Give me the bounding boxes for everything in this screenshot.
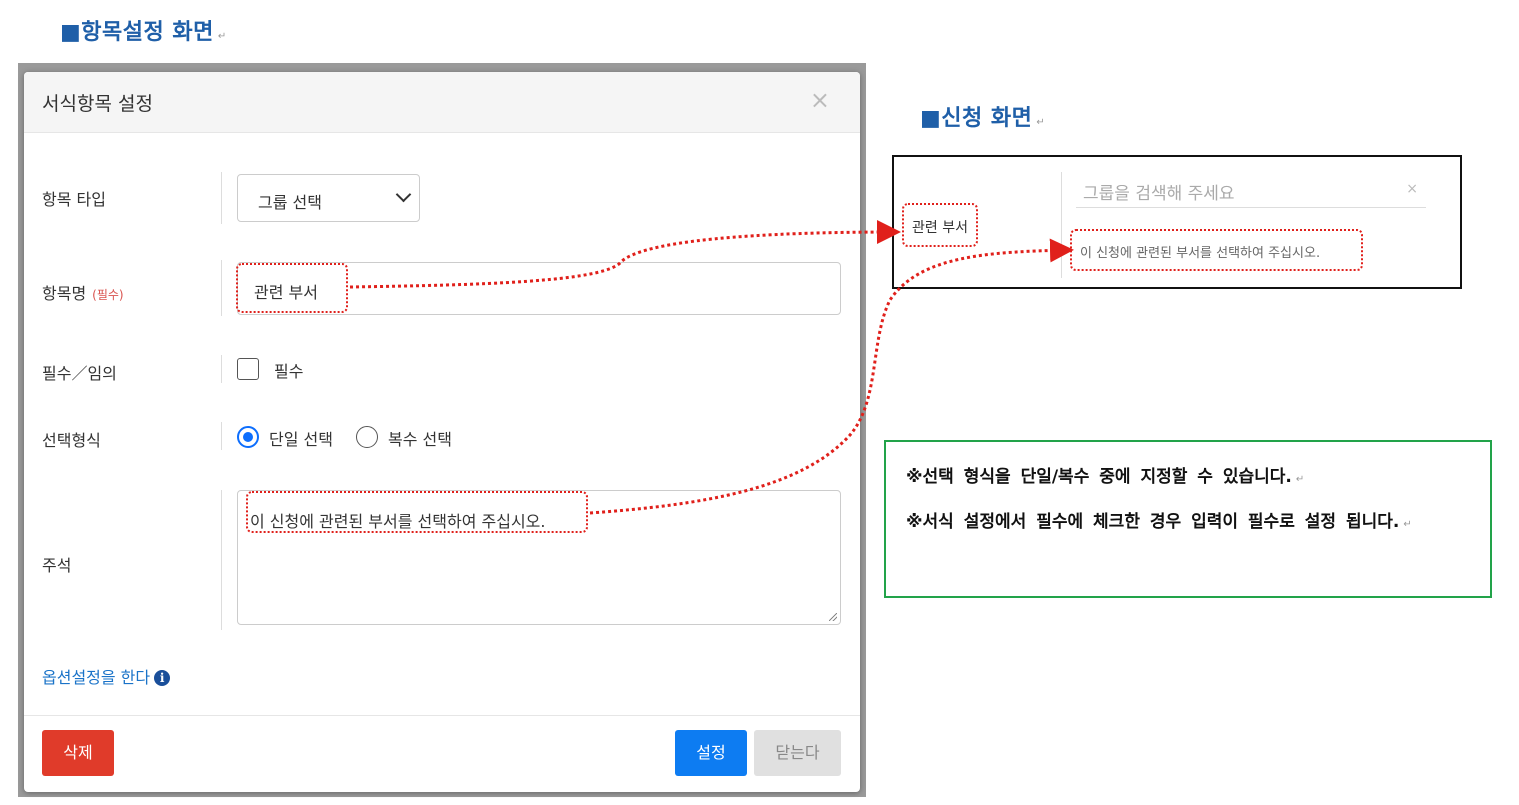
clear-icon[interactable]: ×	[1406, 181, 1418, 197]
notes-box: ※선택 형식을 단일/복수 중에 지정할 수 있습니다. ↵ ※서식 설정에서 필…	[884, 440, 1492, 598]
form-item-settings-modal: 서식항목 설정 × 항목 타입 그룹 선택 항목명 (필수) 관련 부서 필수／임…	[24, 72, 860, 792]
close-button[interactable]: 닫는다	[754, 730, 841, 776]
select-mode-label: 선택형식	[42, 431, 101, 450]
multi-select-radio[interactable]	[356, 426, 378, 448]
chevron-down-icon	[395, 186, 412, 203]
close-icon[interactable]: ×	[810, 86, 830, 114]
divider	[221, 172, 222, 224]
preview-label-annotation-box	[902, 203, 978, 247]
divider	[221, 355, 222, 383]
preview-help-annotation-box	[1070, 229, 1363, 271]
item-type-select[interactable]: 그룹 선택	[237, 174, 420, 222]
option-settings-link[interactable]: 옵션설정을 한다 i	[42, 664, 171, 688]
item-type-label: 항목 타입	[42, 190, 106, 209]
note-label: 주석	[42, 556, 72, 575]
footer-divider	[24, 715, 860, 716]
required-marker: (필수)	[92, 288, 124, 302]
group-search-placeholder: 그룹을 검색해 주세요	[1083, 184, 1235, 204]
delete-button[interactable]: 삭제	[42, 730, 114, 776]
item-name-label: 항목명 (필수)	[42, 284, 124, 303]
divider	[1061, 172, 1062, 278]
divider	[221, 490, 222, 630]
set-button[interactable]: 설정	[675, 730, 747, 776]
required-checkbox-label[interactable]: 필수	[274, 358, 303, 382]
item-type-value: 그룹 선택	[258, 193, 322, 212]
name-annotation-box	[236, 263, 348, 313]
note-line: ※선택 형식을 단일/복수 중에 지정할 수 있습니다. ↵	[906, 467, 1305, 487]
apply-screen-heading: ■신청 화면 ↵	[920, 106, 1046, 131]
modal-header: 서식항목 설정 ×	[24, 72, 860, 133]
modal-title: 서식항목 설정	[42, 93, 153, 115]
setting-screen-heading: ■항목설정 화면 ↵	[60, 20, 227, 45]
divider	[221, 422, 222, 450]
group-search-input[interactable]: 그룹을 검색해 주세요 ×	[1076, 175, 1426, 208]
single-select-radio[interactable]	[237, 426, 259, 448]
single-select-label[interactable]: 단일 선택	[269, 426, 333, 450]
resize-handle-icon[interactable]	[829, 613, 837, 621]
required-optional-label: 필수／임의	[42, 364, 117, 383]
note-annotation-box	[246, 491, 588, 533]
divider	[221, 260, 222, 316]
multi-select-label[interactable]: 복수 선택	[388, 426, 452, 450]
note-line: ※서식 설정에서 필수에 체크한 경우 입력이 필수로 설정 됩니다. ↵	[906, 512, 1412, 532]
required-checkbox[interactable]	[237, 358, 259, 380]
info-icon[interactable]: i	[154, 670, 171, 686]
